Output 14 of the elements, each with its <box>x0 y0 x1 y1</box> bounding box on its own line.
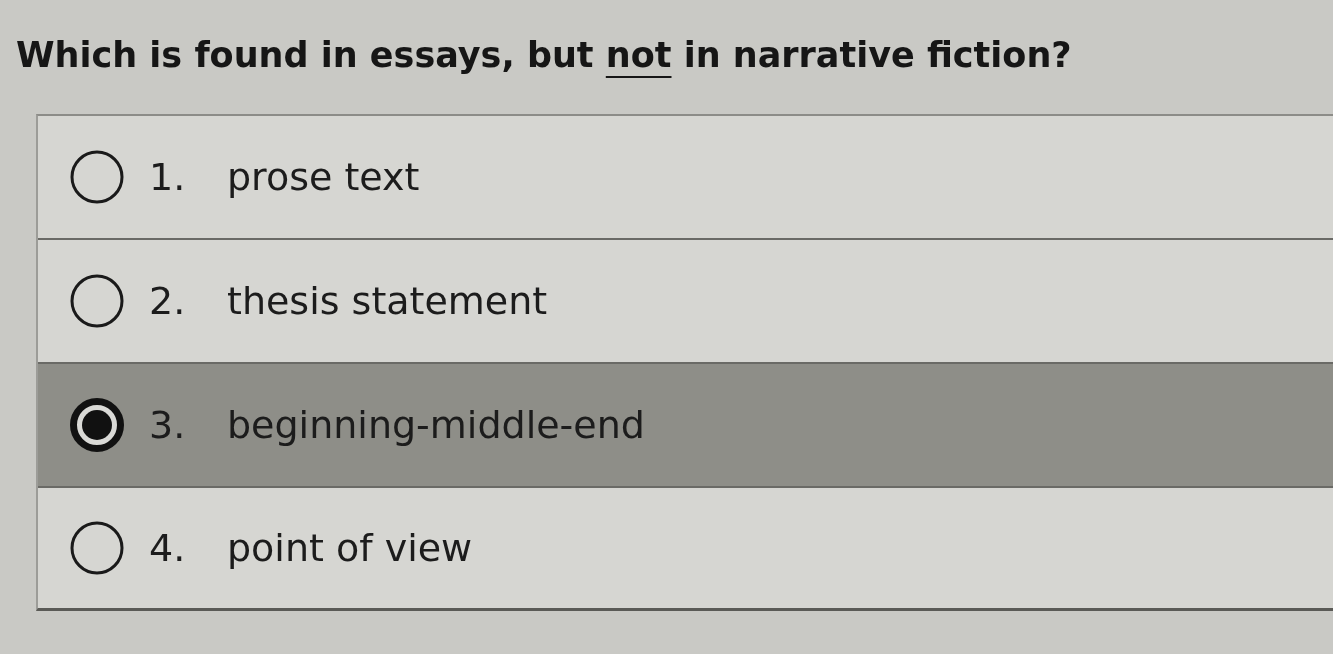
radio-icon[interactable] <box>70 521 124 575</box>
option-label: beginning-middle-end <box>227 403 645 447</box>
option-label: thesis statement <box>227 279 548 323</box>
radio-icon[interactable] <box>70 150 124 204</box>
option-number: 3. <box>149 403 187 447</box>
option-label: point of view <box>227 526 473 570</box>
option-number: 2. <box>149 279 187 323</box>
radio-icon[interactable] <box>70 274 124 328</box>
option-number: 1. <box>149 155 187 199</box>
answer-option[interactable]: 3. beginning-middle-end <box>38 364 1333 488</box>
option-number: 4. <box>149 526 187 570</box>
radio-selected-icon[interactable] <box>70 398 124 452</box>
option-label: prose text <box>227 155 420 199</box>
question-text: Which is found in essays, but not in narrative fiction? <box>16 34 1072 77</box>
